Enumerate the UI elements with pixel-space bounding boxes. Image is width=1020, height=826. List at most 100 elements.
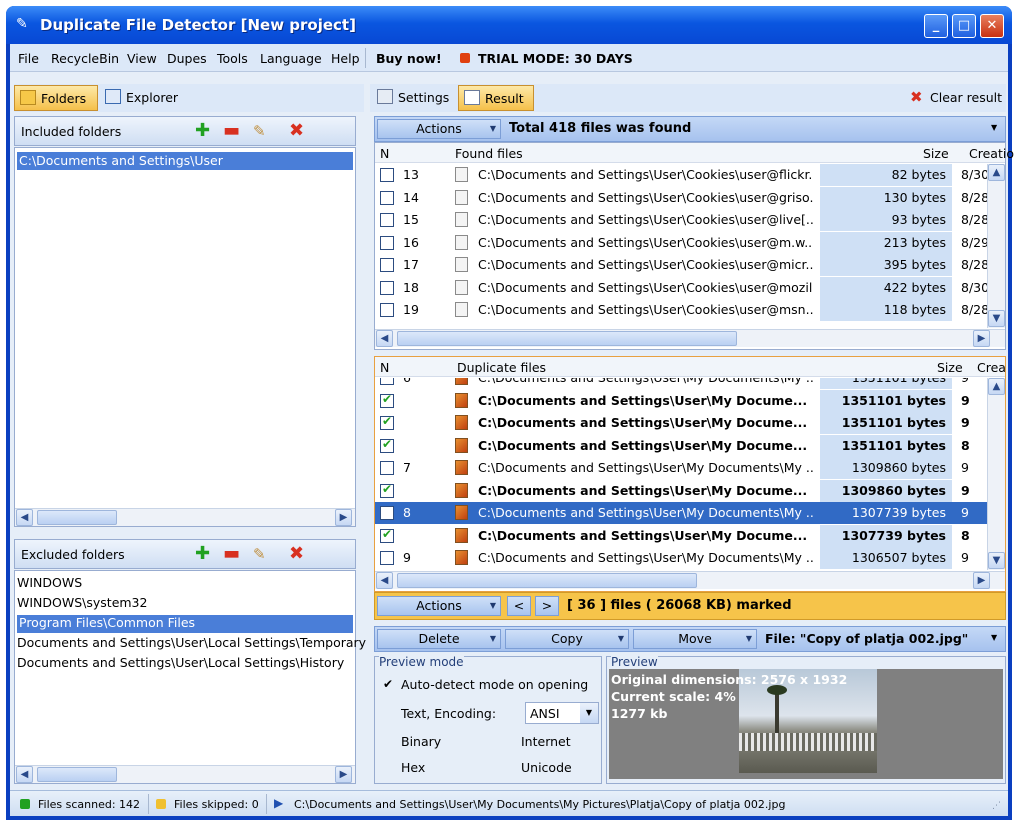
row-checkbox[interactable] <box>380 258 394 272</box>
tab-explorer[interactable]: Explorer <box>100 85 190 111</box>
scroll-right-icon[interactable]: ▶ <box>335 766 352 783</box>
row-checkbox[interactable] <box>380 235 394 250</box>
minimize-button[interactable]: _ <box>924 14 948 38</box>
row-checkbox[interactable] <box>380 378 394 385</box>
scroll-down-icon[interactable]: ▼ <box>988 310 1005 327</box>
col-creation[interactable]: Crea <box>977 360 1006 375</box>
text-encoding-label[interactable]: Text, Encoding: <box>401 706 496 721</box>
tab-folders[interactable]: Folders <box>14 85 98 111</box>
prev-button[interactable]: < <box>507 596 531 616</box>
maximize-button[interactable]: □ <box>952 14 976 38</box>
delete-button[interactable]: Delete ▼ <box>377 629 501 649</box>
table-row[interactable]: 14 C:\Documents and Settings\User\Cookie… <box>375 186 987 209</box>
encoding-select[interactable]: ANSI ▼ <box>525 702 599 724</box>
included-item[interactable]: C:\Documents and Settings\User <box>17 152 353 170</box>
scroll-up-icon[interactable]: ▲ <box>988 164 1005 181</box>
next-button[interactable]: > <box>535 596 559 616</box>
scroll-thumb[interactable] <box>397 331 737 346</box>
table-row[interactable]: 7 C:\Documents and Settings\User\My Docu… <box>375 457 987 479</box>
row-checkbox[interactable] <box>380 506 394 520</box>
chevron-down-icon[interactable]: ▼ <box>991 123 997 132</box>
scroll-left-icon[interactable]: ◀ <box>16 509 33 526</box>
dup-actions-dropdown[interactable]: Actions ▼ <box>377 596 501 616</box>
menu-view[interactable]: View <box>127 51 157 66</box>
found-vscrollbar[interactable]: ▲ ▼ <box>987 164 1005 328</box>
add-folder-icon[interactable]: ✚ <box>195 122 210 140</box>
menu-dupes[interactable]: Dupes <box>167 51 207 66</box>
included-hscrollbar[interactable]: ◀ ▶ <box>15 508 355 526</box>
scroll-thumb[interactable] <box>37 510 117 525</box>
table-row[interactable]: 18 C:\Documents and Settings\User\Cookie… <box>375 276 987 299</box>
found-hscrollbar[interactable]: ◀ ▶ <box>375 329 1005 347</box>
table-row[interactable]: C:\Documents and Settings\User\My Docume… <box>375 389 987 412</box>
unicode-option[interactable]: Unicode <box>521 760 572 775</box>
col-duplicate-files[interactable]: Duplicate files <box>457 360 546 375</box>
row-checkbox[interactable] <box>380 280 394 295</box>
move-button[interactable]: Move ▼ <box>633 629 757 649</box>
row-checkbox[interactable] <box>380 392 394 408</box>
menu-tools[interactable]: Tools <box>217 51 248 66</box>
add-excluded-icon[interactable]: ✚ <box>195 545 210 563</box>
internet-option[interactable]: Internet <box>521 734 571 749</box>
row-checkbox[interactable] <box>380 482 394 498</box>
col-size[interactable]: Size <box>937 360 963 375</box>
row-checkbox[interactable] <box>380 551 394 565</box>
row-checkbox[interactable] <box>380 303 394 317</box>
row-checkbox[interactable] <box>380 414 394 430</box>
scroll-up-icon[interactable]: ▲ <box>988 378 1005 395</box>
chevron-down-icon[interactable]: ▼ <box>991 633 997 642</box>
found-actions-dropdown[interactable]: Actions ▼ <box>377 119 501 139</box>
row-checkbox[interactable] <box>380 461 394 475</box>
table-row[interactable]: 8 C:\Documents and Settings\User\My Docu… <box>375 502 987 524</box>
table-row[interactable]: 13 C:\Documents and Settings\User\Cookie… <box>375 164 987 186</box>
menu-language[interactable]: Language <box>260 51 322 66</box>
resize-grip-icon[interactable]: ⋰ <box>992 801 1001 811</box>
remove-excluded-icon[interactable]: ▬ <box>223 545 240 563</box>
col-size[interactable]: Size <box>923 146 949 161</box>
row-checkbox[interactable] <box>380 437 394 453</box>
remove-folder-icon[interactable]: ▬ <box>223 122 240 140</box>
col-n[interactable]: N <box>380 146 389 161</box>
clear-result-button[interactable]: Clear result <box>930 90 1002 105</box>
chevron-down-icon[interactable]: ▼ <box>580 703 598 723</box>
table-row[interactable]: 17 C:\Documents and Settings\User\Cookie… <box>375 254 987 276</box>
scroll-thumb[interactable] <box>397 573 697 588</box>
table-row[interactable]: C:\Documents and Settings\User\My Docume… <box>375 479 987 502</box>
scroll-left-icon[interactable]: ◀ <box>16 766 33 783</box>
row-checkbox[interactable] <box>380 527 394 543</box>
scroll-left-icon[interactable]: ◀ <box>376 330 393 347</box>
row-checkbox[interactable] <box>380 190 394 205</box>
row-checkbox[interactable] <box>380 168 394 182</box>
excluded-hscrollbar[interactable]: ◀ ▶ <box>15 765 355 783</box>
scroll-left-icon[interactable]: ◀ <box>376 572 393 589</box>
col-found-files[interactable]: Found files <box>455 146 523 161</box>
table-row[interactable]: 9 C:\Documents and Settings\User\My Docu… <box>375 547 987 569</box>
scroll-down-icon[interactable]: ▼ <box>988 552 1005 569</box>
table-row[interactable]: 19 C:\Documents and Settings\User\Cookie… <box>375 299 987 321</box>
table-row[interactable]: C:\Documents and Settings\User\My Docume… <box>375 434 987 457</box>
dup-vscrollbar[interactable]: ▲ ▼ <box>987 378 1005 570</box>
table-row[interactable]: C:\Documents and Settings\User\My Docume… <box>375 412 987 434</box>
delete-excluded-icon[interactable]: ✖ <box>289 545 304 563</box>
close-button[interactable]: ✕ <box>980 14 1004 38</box>
excluded-item[interactable]: WINDOWS <box>17 575 82 590</box>
col-creation[interactable]: Creatio <box>969 146 1014 161</box>
dup-hscrollbar[interactable]: ◀ ▶ <box>375 571 1005 589</box>
binary-option[interactable]: Binary <box>401 734 441 749</box>
table-row[interactable]: 6 C:\Documents and Settings\User\My Docu… <box>375 378 987 389</box>
title-bar[interactable]: ✎ Duplicate File Detector [New project] … <box>6 6 1012 44</box>
delete-folder-icon[interactable]: ✖ <box>289 122 304 140</box>
menu-recyclebin[interactable]: RecycleBin <box>51 51 119 66</box>
row-checkbox[interactable] <box>380 213 394 227</box>
edit-folder-icon[interactable]: ✎ <box>253 122 266 140</box>
table-row[interactable]: 16 C:\Documents and Settings\User\Cookie… <box>375 231 987 254</box>
table-row[interactable]: C:\Documents and Settings\User\My Docume… <box>375 524 987 547</box>
table-row[interactable]: 15 C:\Documents and Settings\User\Cookie… <box>375 209 987 231</box>
scroll-right-icon[interactable]: ▶ <box>335 509 352 526</box>
hex-option[interactable]: Hex <box>401 760 425 775</box>
scroll-right-icon[interactable]: ▶ <box>973 572 990 589</box>
menu-file[interactable]: File <box>18 51 39 66</box>
excluded-item[interactable]: Documents and Settings\User\Local Settin… <box>17 635 366 650</box>
excluded-item[interactable]: Program Files\Common Files <box>17 615 353 633</box>
clear-result-icon[interactable]: ✖ <box>910 88 923 106</box>
